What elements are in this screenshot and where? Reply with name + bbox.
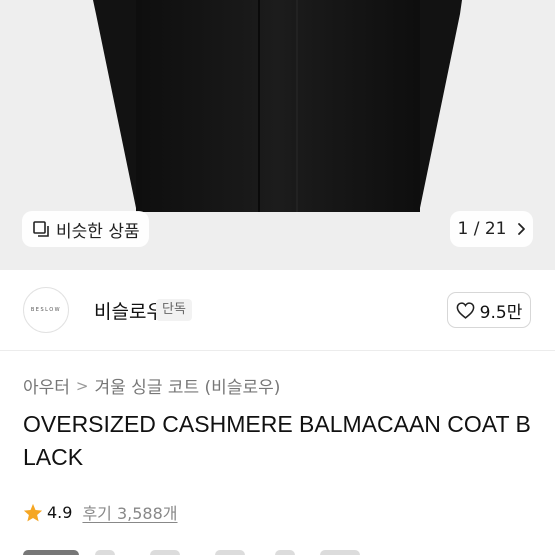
brand-logo[interactable]: BESLOW	[23, 287, 69, 333]
rating-score: 4.9	[47, 502, 73, 522]
like-button[interactable]: 9.5만	[447, 292, 531, 328]
tab-chip[interactable]	[320, 550, 360, 555]
bottom-tabs	[0, 547, 555, 555]
similar-products-icon	[33, 221, 49, 237]
brand-row: BESLOW 비슬로우 단독 9.5만	[0, 270, 555, 350]
image-counter[interactable]: 1 / 21	[450, 211, 533, 247]
rating[interactable]: 4.9 후기 3,588개	[23, 500, 178, 524]
similar-products-button[interactable]: 비슷한 상품	[22, 211, 149, 247]
tab-chip[interactable]	[150, 550, 180, 555]
tab-chip[interactable]	[23, 550, 79, 555]
breadcrumb-separator-icon: >	[75, 376, 89, 395]
breadcrumb-item-outer[interactable]: 아우터	[23, 373, 70, 398]
tab-chip[interactable]	[215, 550, 245, 555]
breadcrumb: 아우터 > 겨울 싱글 코트 (비슬로우)	[23, 373, 281, 399]
breadcrumb-item-category[interactable]: 겨울 싱글 코트 (비슬로우)	[95, 373, 281, 398]
heart-icon	[456, 301, 475, 319]
star-icon	[23, 503, 43, 521]
image-counter-text: 1 / 21	[457, 219, 507, 239]
divider	[0, 350, 555, 351]
tab-chip[interactable]	[275, 550, 295, 555]
like-count: 9.5만	[479, 302, 523, 323]
reviews-link[interactable]: 후기 3,588개	[82, 500, 177, 524]
brand-name[interactable]: 비슬로우	[94, 297, 164, 324]
product-image[interactable]: 비슷한 상품 1 / 21	[0, 0, 555, 270]
exclusive-badge: 단독	[156, 299, 192, 321]
product-title: OVERSIZED CASHMERE BALMACAAN COAT BLACK	[23, 411, 531, 470]
tab-chip[interactable]	[95, 550, 115, 555]
chevron-right-icon	[517, 223, 525, 235]
similar-products-label: 비슷한 상품	[56, 221, 140, 242]
